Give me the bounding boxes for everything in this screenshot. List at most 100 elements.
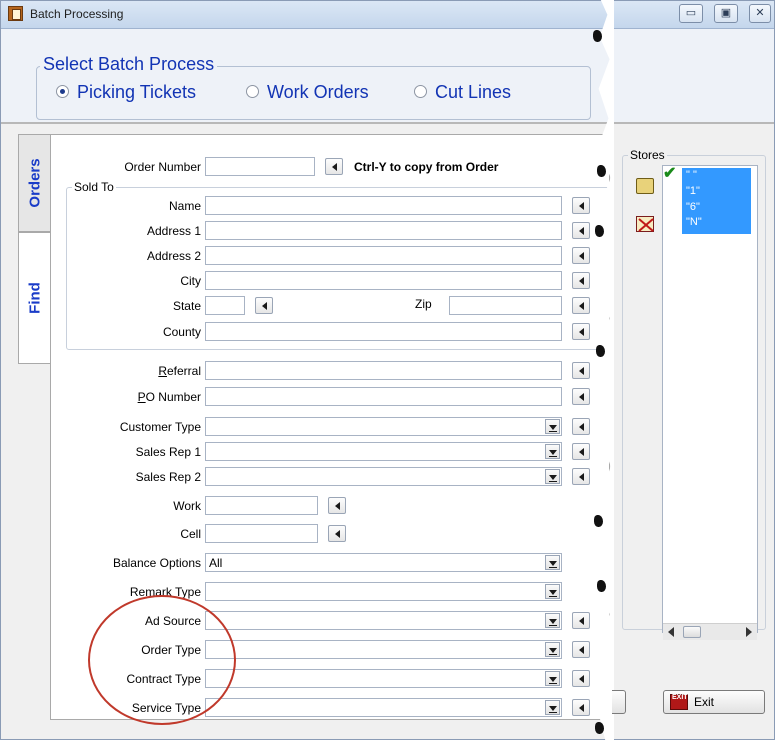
- customer-type-select[interactable]: [205, 417, 562, 436]
- referral-label: Referral: [158, 364, 201, 378]
- contract-type-lookup-button[interactable]: [572, 670, 590, 687]
- stores-legend: Stores: [628, 148, 667, 162]
- referral-lookup-button[interactable]: [572, 362, 590, 379]
- city-lookup-button[interactable]: [572, 272, 590, 289]
- tear-shadow: [597, 580, 606, 592]
- contract-type-select[interactable]: [205, 669, 562, 688]
- state-label: State: [172, 299, 201, 313]
- scroll-thumb[interactable]: [683, 626, 701, 638]
- zip-label: Zip: [415, 297, 432, 311]
- order-type-lookup-button[interactable]: [572, 641, 590, 658]
- stores-horizontal-scrollbar[interactable]: [663, 623, 757, 640]
- address2-lookup-button[interactable]: [572, 247, 590, 264]
- customer-type-lookup-button[interactable]: [572, 418, 590, 435]
- check-icon: ✔: [663, 165, 677, 182]
- chevron-down-icon[interactable]: [545, 584, 560, 599]
- radio-selected-icon: [56, 84, 69, 98]
- store-item[interactable]: "6": [686, 202, 700, 213]
- city-label: City: [180, 274, 201, 288]
- vertical-tabstrip: Orders Find: [18, 134, 50, 364]
- radio-work-orders[interactable]: Work Orders: [246, 82, 369, 103]
- tab-orders[interactable]: Orders: [18, 134, 50, 232]
- county-input[interactable]: [205, 322, 562, 341]
- stores-list[interactable]: [662, 165, 758, 633]
- city-input[interactable]: [205, 271, 562, 290]
- cell-phone-input[interactable]: [205, 524, 318, 543]
- maximize-button[interactable]: ▣: [714, 4, 738, 23]
- store-item[interactable]: "1": [686, 186, 700, 197]
- po-number-input[interactable]: [205, 387, 562, 406]
- sales-rep1-select[interactable]: [205, 442, 562, 461]
- tab-find[interactable]: Find: [18, 232, 50, 364]
- tear-shadow: [595, 225, 604, 237]
- ad-source-select[interactable]: [205, 611, 562, 630]
- state-lookup-button[interactable]: [255, 297, 273, 314]
- referral-input[interactable]: [205, 361, 562, 380]
- work-phone-input[interactable]: [205, 496, 318, 515]
- balance-options-select[interactable]: All: [205, 553, 562, 572]
- batch-process-legend: Select Batch Process: [40, 54, 218, 75]
- address1-label: Address 1: [146, 224, 201, 238]
- order-type-select[interactable]: [205, 640, 562, 659]
- po-number-label: PO Number: [137, 390, 201, 404]
- cell-label: Cell: [180, 527, 201, 541]
- order-number-input[interactable]: [205, 157, 315, 176]
- exit-label: Exit: [694, 695, 715, 709]
- chevron-down-icon[interactable]: [545, 419, 560, 434]
- remark-type-select[interactable]: [205, 582, 562, 601]
- chevron-down-icon[interactable]: [545, 469, 560, 484]
- sales-rep1-lookup-button[interactable]: [572, 443, 590, 460]
- address2-input[interactable]: [205, 246, 562, 265]
- sales-rep2-select[interactable]: [205, 467, 562, 486]
- exit-icon: EXIT: [670, 694, 688, 710]
- service-type-select[interactable]: [205, 698, 562, 717]
- chevron-down-icon[interactable]: [545, 555, 560, 570]
- name-lookup-button[interactable]: [572, 197, 590, 214]
- tear-shadow: [595, 722, 604, 734]
- county-lookup-button[interactable]: [572, 323, 590, 340]
- radio-cut-lines[interactable]: Cut Lines: [414, 82, 511, 103]
- chevron-down-icon[interactable]: [545, 444, 560, 459]
- work-lookup-button[interactable]: [328, 497, 346, 514]
- state-input[interactable]: [205, 296, 245, 315]
- scroll-left-icon: [668, 627, 674, 637]
- chevron-down-icon[interactable]: [545, 642, 560, 657]
- work-label: Work: [173, 499, 201, 513]
- radio-picking-tickets[interactable]: Picking Tickets: [56, 82, 196, 103]
- deselect-all-icon[interactable]: [636, 216, 654, 232]
- window-title: Batch Processing: [30, 7, 124, 21]
- service-type-lookup-button[interactable]: [572, 699, 590, 716]
- tear-shadow: [597, 165, 606, 177]
- chevron-down-icon[interactable]: [545, 671, 560, 686]
- close-button[interactable]: ✕: [749, 4, 771, 23]
- annotation-circle: [88, 595, 236, 725]
- customer-type-label: Customer Type: [119, 420, 201, 434]
- chevron-down-icon[interactable]: [545, 700, 560, 715]
- tear-shadow: [596, 345, 605, 357]
- address1-lookup-button[interactable]: [572, 222, 590, 239]
- minimize-button[interactable]: ▭: [679, 4, 703, 23]
- order-number-label: Order Number: [124, 160, 201, 174]
- address1-input[interactable]: [205, 221, 562, 240]
- county-label: County: [162, 325, 201, 339]
- partial-button[interactable]: [612, 690, 626, 714]
- zip-input[interactable]: [449, 296, 562, 315]
- cell-lookup-button[interactable]: [328, 525, 346, 542]
- radio-unselected-icon: [414, 84, 427, 98]
- chevron-down-icon[interactable]: [545, 613, 560, 628]
- sales-rep2-label: Sales Rep 2: [135, 470, 201, 484]
- zip-lookup-button[interactable]: [572, 297, 590, 314]
- address2-label: Address 2: [146, 249, 201, 263]
- tear-shadow: [594, 515, 603, 527]
- name-input[interactable]: [205, 196, 562, 215]
- po-number-lookup-button[interactable]: [572, 388, 590, 405]
- ad-source-lookup-button[interactable]: [572, 612, 590, 629]
- store-item[interactable]: " ": [686, 170, 697, 181]
- order-number-lookup-button[interactable]: [325, 158, 343, 175]
- store-item[interactable]: "N": [686, 217, 702, 228]
- select-all-icon[interactable]: [636, 178, 654, 194]
- copy-hint: Ctrl-Y to copy from Order: [354, 160, 499, 174]
- sales-rep2-lookup-button[interactable]: [572, 468, 590, 485]
- scroll-right-icon: [746, 627, 752, 637]
- radio-unselected-icon: [246, 84, 259, 98]
